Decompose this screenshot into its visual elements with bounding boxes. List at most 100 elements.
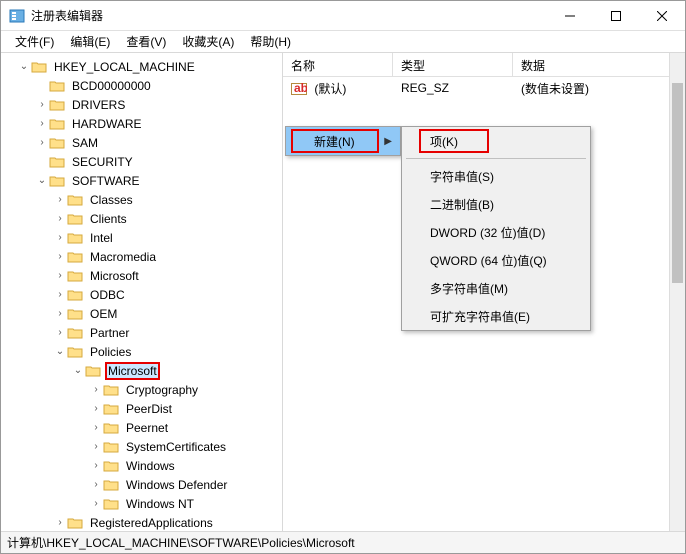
minimize-button[interactable] — [547, 1, 593, 31]
expand-icon[interactable]: › — [89, 441, 103, 452]
context-item[interactable]: 多字符串值(M) — [402, 274, 590, 302]
folder-icon — [67, 288, 83, 302]
header-name[interactable]: 名称 — [283, 53, 393, 76]
tree-node-label: Intel — [87, 230, 116, 246]
tree-node[interactable]: ›Windows — [1, 456, 282, 475]
header-data[interactable]: 数据 — [513, 53, 685, 76]
tree-node[interactable]: SECURITY — [1, 152, 282, 171]
tree-node-label: ODBC — [87, 287, 128, 303]
collapse-icon[interactable]: ⌄ — [17, 61, 31, 72]
tree-node[interactable]: ›OEM — [1, 304, 282, 323]
tree-node-label: SECURITY — [69, 154, 136, 170]
svg-text:ab: ab — [294, 82, 307, 95]
tree-node[interactable]: ›DRIVERS — [1, 95, 282, 114]
tree-node[interactable]: › Partner — [1, 323, 282, 342]
folder-icon — [67, 250, 83, 264]
tree-node-label: Windows NT — [123, 496, 197, 512]
expand-icon[interactable]: › — [89, 422, 103, 433]
expand-icon[interactable]: › — [53, 270, 67, 281]
menu-bar: 文件(F) 编辑(E) 查看(V) 收藏夹(A) 帮助(H) — [1, 31, 685, 53]
tree-node[interactable]: ›Clients — [1, 209, 282, 228]
folder-icon — [103, 478, 119, 492]
expand-icon[interactable]: › — [53, 308, 67, 319]
expand-icon[interactable]: › — [89, 403, 103, 414]
tree-node-label: Microsoft — [105, 362, 160, 380]
tree-node-label: Classes — [87, 192, 136, 208]
scrollbar-thumb[interactable] — [672, 83, 683, 283]
expand-icon[interactable]: › — [53, 327, 67, 338]
tree-node[interactable]: › Macromedia — [1, 247, 282, 266]
tree-node[interactable]: ›Cryptography — [1, 380, 282, 399]
collapse-icon[interactable]: ⌄ — [35, 175, 49, 186]
expand-icon[interactable]: › — [35, 118, 49, 129]
value-data: (数值未设置) — [513, 78, 685, 99]
tree-node[interactable]: › Windows Defender — [1, 475, 282, 494]
context-item-new[interactable]: 新建(N) ▶ — [286, 127, 400, 155]
tree-node[interactable]: › Intel — [1, 228, 282, 247]
tree-node-label: Policies — [87, 344, 134, 360]
menu-file[interactable]: 文件(F) — [7, 31, 62, 52]
folder-icon — [103, 497, 119, 511]
maximize-button[interactable] — [593, 1, 639, 31]
expand-icon[interactable]: › — [35, 99, 49, 110]
tree-node-label: SAM — [69, 135, 101, 151]
expand-icon[interactable]: › — [53, 289, 67, 300]
header-type[interactable]: 类型 — [393, 53, 513, 76]
tree-node-label: Macromedia — [87, 249, 159, 265]
tree-node[interactable]: ⌄ Microsoft — [1, 361, 282, 380]
menu-view[interactable]: 查看(V) — [118, 31, 174, 52]
context-menu-new: 新建(N) ▶ — [285, 126, 401, 156]
folder-icon — [49, 79, 65, 93]
menu-help[interactable]: 帮助(H) — [242, 31, 299, 52]
close-button[interactable] — [639, 1, 685, 31]
menu-edit[interactable]: 编辑(E) — [62, 31, 118, 52]
tree-node[interactable]: › ODBC — [1, 285, 282, 304]
folder-icon — [103, 383, 119, 397]
tree-node[interactable]: ›PeerDist — [1, 399, 282, 418]
tree-node[interactable]: ›Peernet — [1, 418, 282, 437]
folder-icon — [103, 440, 119, 454]
context-item-new-label: 新建(N) — [314, 133, 355, 150]
tree-node[interactable]: › Windows NT — [1, 494, 282, 513]
tree-node[interactable]: BCD00000000 — [1, 76, 282, 95]
tree-pane[interactable]: ⌄HKEY_LOCAL_MACHINEBCD00000000›DRIVERS›H… — [1, 53, 283, 531]
menu-favorites[interactable]: 收藏夹(A) — [174, 31, 242, 52]
expand-icon[interactable]: › — [53, 251, 67, 262]
context-item[interactable]: 项(K) — [402, 127, 590, 155]
tree-node[interactable]: ⌄ Policies — [1, 342, 282, 361]
context-item[interactable]: 可扩充字符串值(E) — [402, 302, 590, 330]
tree-node[interactable]: ⌄SOFTWARE — [1, 171, 282, 190]
tree-node[interactable]: ›SystemCertificates — [1, 437, 282, 456]
tree-node[interactable]: ⌄HKEY_LOCAL_MACHINE — [1, 57, 282, 76]
folder-icon — [49, 174, 65, 188]
expand-icon[interactable]: › — [89, 460, 103, 471]
context-item[interactable]: QWORD (64 位)值(Q) — [402, 246, 590, 274]
tree-node-label: HARDWARE — [69, 116, 145, 132]
context-item[interactable]: DWORD (32 位)值(D) — [402, 218, 590, 246]
menu-separator — [406, 158, 586, 159]
expand-icon[interactable]: › — [53, 517, 67, 528]
expand-icon[interactable]: › — [53, 213, 67, 224]
value-row[interactable]: ab (默认) REG_SZ (数值未设置) — [283, 77, 685, 99]
vertical-scrollbar[interactable] — [669, 53, 685, 531]
expand-icon[interactable]: › — [53, 194, 67, 205]
tree-node[interactable]: › Classes — [1, 190, 282, 209]
tree-node[interactable]: › SAM — [1, 133, 282, 152]
collapse-icon[interactable]: ⌄ — [71, 365, 85, 376]
tree-node[interactable]: ›RegisteredApplications — [1, 513, 282, 531]
expand-icon[interactable]: › — [89, 498, 103, 509]
context-item[interactable]: 二进制值(B) — [402, 190, 590, 218]
folder-icon — [67, 516, 83, 530]
tree-node-label: Partner — [87, 325, 132, 341]
context-item[interactable]: 字符串值(S) — [402, 162, 590, 190]
folder-icon — [67, 307, 83, 321]
expand-icon[interactable]: › — [89, 479, 103, 490]
tree-node-label: Windows Defender — [123, 477, 230, 493]
tree-node[interactable]: ›Microsoft — [1, 266, 282, 285]
expand-icon[interactable]: › — [89, 384, 103, 395]
expand-icon[interactable]: › — [53, 232, 67, 243]
context-submenu-new: 项(K) 字符串值(S)二进制值(B)DWORD (32 位)值(D)QWORD … — [401, 126, 591, 331]
collapse-icon[interactable]: ⌄ — [53, 346, 67, 357]
expand-icon[interactable]: › — [35, 137, 49, 148]
tree-node[interactable]: › HARDWARE — [1, 114, 282, 133]
